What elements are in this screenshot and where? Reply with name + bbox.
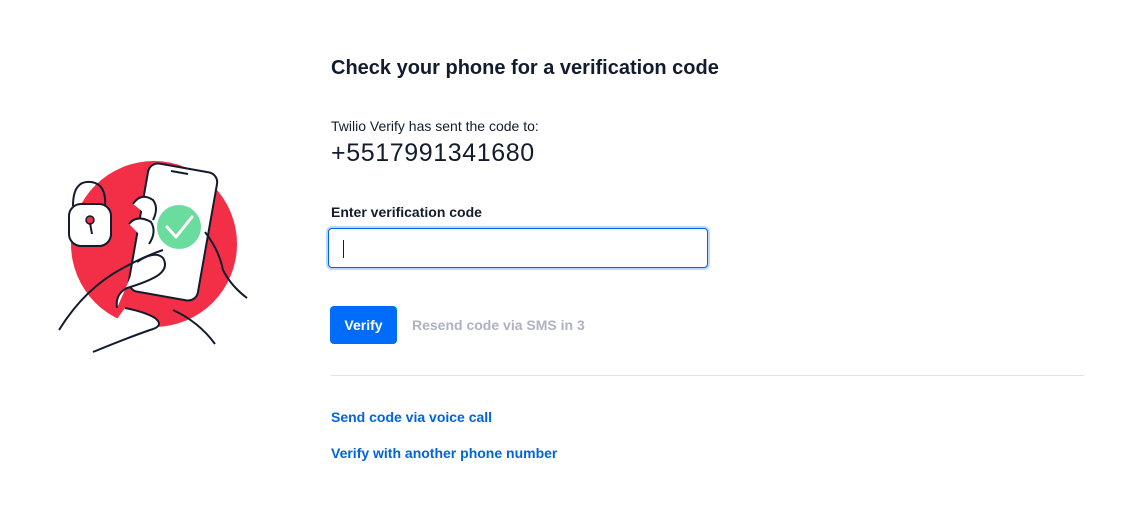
verification-code-label: Enter verification code	[331, 204, 482, 220]
resend-sms-link: Resend code via SMS in 3	[412, 317, 585, 333]
sent-to-label: Twilio Verify has sent the code to:	[331, 118, 539, 134]
verification-page: Check your phone for a verification code…	[0, 0, 1141, 516]
text-caret	[343, 240, 344, 258]
phone-verification-illustration	[58, 161, 248, 353]
voice-call-link[interactable]: Send code via voice call	[331, 409, 492, 425]
verify-button[interactable]: Verify	[330, 306, 397, 344]
verification-code-input[interactable]	[328, 228, 708, 268]
page-title: Check your phone for a verification code	[331, 57, 719, 79]
divider	[331, 375, 1084, 376]
another-phone-number-link[interactable]: Verify with another phone number	[331, 445, 557, 461]
phone-number: +5517991341680	[331, 139, 535, 167]
checkmark-icon	[157, 205, 201, 249]
